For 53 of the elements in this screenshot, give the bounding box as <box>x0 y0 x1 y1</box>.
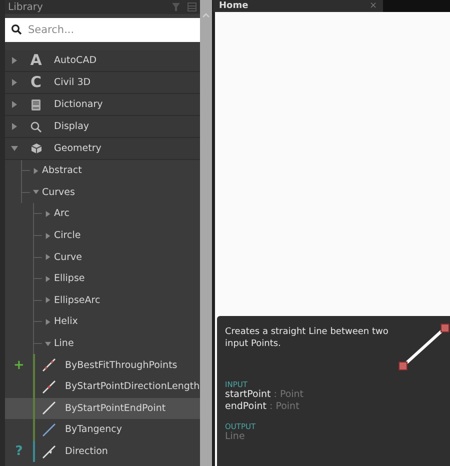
node-item[interactable]: ByStartPointEndPoint <box>5 398 200 420</box>
node-item[interactable]: ByTangency <box>5 419 200 441</box>
expand-arrow-icon <box>45 276 51 282</box>
panel-title: Library <box>8 2 44 12</box>
expand-arrow-icon <box>11 57 18 64</box>
node-item[interactable]: ? Direction <box>5 440 200 462</box>
expand-arrow-icon <box>45 340 51 347</box>
search-icon <box>30 120 42 132</box>
expand-arrow-icon <box>45 297 51 304</box>
expand-arrow-icon <box>33 189 39 196</box>
expand-arrow-icon <box>11 79 18 86</box>
expand-arrow-icon <box>33 168 39 174</box>
expand-arrow-icon <box>11 123 18 130</box>
line-icon <box>41 357 57 374</box>
group-marker: + <box>14 358 24 373</box>
parameter-type: : Point <box>269 401 300 412</box>
category-logo: A <box>30 53 42 68</box>
group-marker: ? <box>15 444 23 460</box>
line-icon <box>41 400 57 416</box>
output-type: Line <box>225 430 246 442</box>
tree-item[interactable]: Ellipse <box>42 273 85 284</box>
expand-arrow-icon <box>11 101 18 108</box>
tree-item[interactable]: Arc <box>42 208 70 220</box>
parameter-type: : Point <box>274 389 304 400</box>
node-item[interactable]: ByStartPointDirectionLength <box>5 376 200 398</box>
search-icon <box>11 24 22 35</box>
parameter-name: endPoint <box>225 401 266 412</box>
tree-item[interactable]: EllipseArc <box>42 294 100 306</box>
tree-item[interactable]: Curve <box>42 252 82 263</box>
filter-icon[interactable] <box>171 2 182 12</box>
search-field[interactable]: Search... <box>5 18 200 42</box>
line-icon <box>41 422 57 438</box>
tree-item[interactable]: Abstract <box>30 165 82 176</box>
expand-arrow-icon <box>45 254 51 260</box>
layout-icon[interactable] <box>187 2 198 12</box>
description-text: Creates a straight Line between two input Points. <box>225 326 390 352</box>
tree-item[interactable]: Curves <box>30 186 75 198</box>
expand-arrow-icon <box>45 318 51 325</box>
expand-arrow-icon <box>11 145 18 152</box>
book-icon <box>31 98 41 110</box>
tree-item[interactable]: Circle <box>42 230 81 242</box>
tree-item[interactable]: Line <box>42 338 74 350</box>
home-tab[interactable]: Home × <box>213 0 383 12</box>
line-icon <box>41 444 57 460</box>
line-icon <box>41 378 57 395</box>
parameter-name: startPoint <box>225 389 271 400</box>
cube-icon <box>30 143 42 154</box>
tree-item[interactable]: Helix <box>42 316 78 328</box>
expand-arrow-icon <box>45 232 51 239</box>
scroll-up-icon[interactable] <box>202 12 210 18</box>
category-logo: C <box>30 75 42 90</box>
node-item[interactable]: + ByBestFitThroughPoints <box>5 354 200 376</box>
expand-arrow-icon <box>45 210 51 217</box>
